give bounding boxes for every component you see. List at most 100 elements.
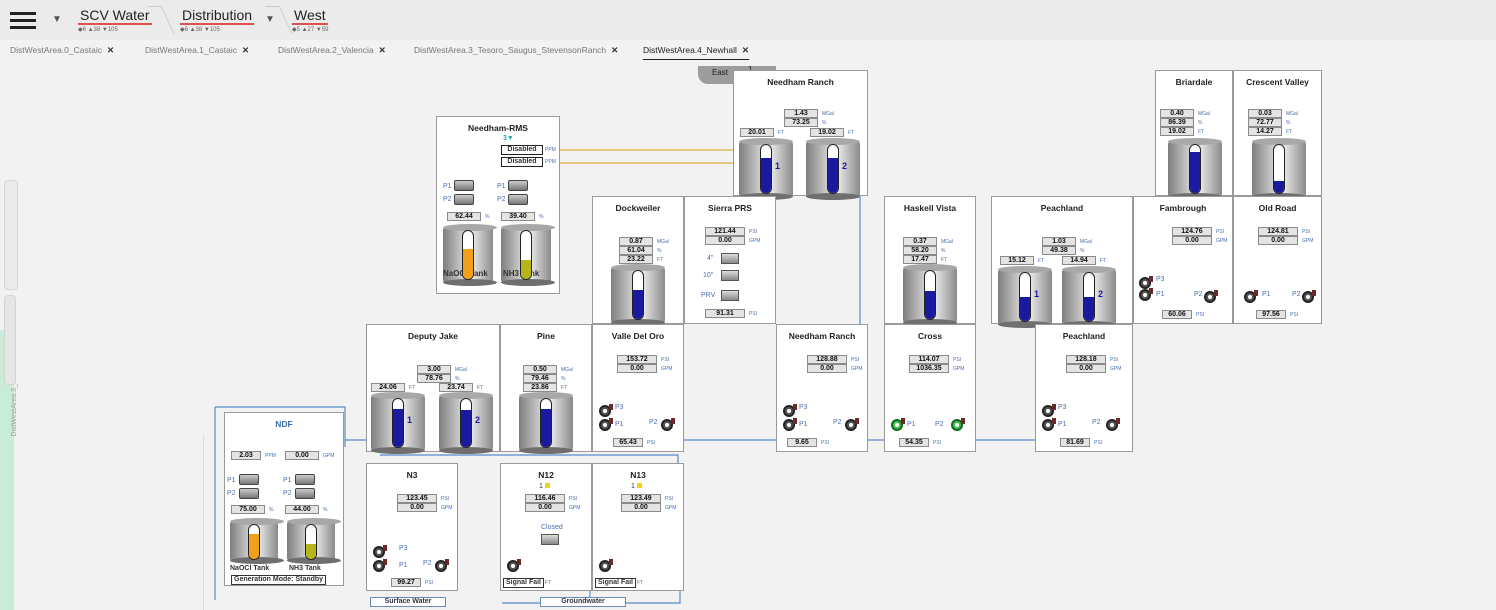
dropdown-arrow-icon[interactable]: ▼ [52, 14, 62, 25]
pump-icon[interactable] [661, 418, 675, 431]
station-briardale[interactable]: Briardale 0.40 MGal 86.39% 19.02 FT [1155, 70, 1233, 200]
valve-icon[interactable] [721, 290, 739, 301]
station-cross[interactable]: Cross 114.07 PSI 1036.35 GPM P1 P2 54.35 PS… [884, 324, 976, 452]
unit-label: % [822, 120, 827, 126]
pump-icon[interactable] [599, 559, 613, 572]
reservoir-tank[interactable] [903, 264, 957, 326]
unit-label: PSI [1290, 312, 1299, 318]
station-n13[interactable]: N13 1 123.49 PSI 0.00 GPM Signal Fail FT [592, 463, 684, 591]
naocl-fill [463, 249, 473, 279]
pump-label: P2 [649, 419, 658, 426]
tab-valencia[interactable]: DistWestArea.2_Valencia ✕ [278, 45, 386, 56]
station-needham-rms[interactable]: Needham-RMS 3▼ Disabled PPM Disabled PPM P… [436, 116, 560, 294]
chemical-pump-icon[interactable] [508, 180, 528, 191]
unit-label: GPM [323, 453, 335, 459]
station-n12[interactable]: N12 1 116.46 PSI 0.00 GPM Closed Signal Fa… [500, 463, 592, 591]
pump-label: P1 [227, 477, 236, 484]
pump-icon[interactable] [845, 418, 859, 431]
valve-icon[interactable] [721, 270, 739, 281]
reservoir-tank[interactable] [1168, 138, 1222, 200]
station-title: Sierra PRS [708, 203, 752, 213]
pump-icon[interactable] [1106, 418, 1120, 431]
reservoir-tank[interactable]: 2 [439, 392, 493, 454]
pump-icon[interactable] [1139, 288, 1153, 301]
pump-icon[interactable] [783, 418, 797, 431]
station-n3[interactable]: N3 123.45 PSI 0.00 GPM P3 P1 P2 99.27 PSI [366, 463, 458, 591]
station-needham-ranch-reservoir[interactable]: Needham Ranch 1.43 MGal 73.25% 20.01 FT 19… [733, 70, 868, 200]
pump-icon[interactable] [1244, 290, 1258, 303]
station-haskell-vista[interactable]: Haskell Vista 0.37 MGal 58.20% 17.47 FT [884, 196, 976, 326]
pump-icon[interactable] [599, 404, 613, 417]
naocl-tank[interactable] [230, 518, 284, 564]
side-drawer-handle[interactable]: DistWestArea.3_Te... [4, 180, 18, 437]
tab-castaic-0[interactable]: DistWestArea.0_Castaic ✕ [10, 45, 114, 56]
station-deputy-jake[interactable]: Deputy Jake 3.00 MGal 78.76% 24.06 FT 23.7… [366, 324, 500, 454]
breadcrumb-scv-water[interactable]: SCV Water ◆6 ▲38 ▼105 [78, 7, 152, 35]
pump-icon-running[interactable] [951, 418, 965, 431]
menu-icon[interactable] [10, 12, 36, 30]
reservoir-tank[interactable] [611, 264, 665, 326]
pump-icon[interactable] [599, 418, 613, 431]
station-sierra-prs[interactable]: Sierra PRS 121.44 PSI 0.00 GPM 4" 10" PRV … [684, 196, 776, 324]
pump-icon[interactable] [783, 404, 797, 417]
tab-castaic-1[interactable]: DistWestArea.1_Castaic ✕ [145, 45, 249, 56]
valve-icon[interactable] [721, 253, 739, 264]
chemical-pump-icon[interactable] [454, 194, 474, 205]
alarm-badge: 3▼ [503, 135, 514, 142]
close-icon[interactable]: ✕ [379, 45, 386, 55]
chemical-pump-icon[interactable] [239, 474, 259, 485]
pump-icon[interactable] [1204, 290, 1218, 303]
valve-icon[interactable] [541, 534, 559, 545]
station-crescent-valley[interactable]: Crescent Valley 0.03 MGal 72.77% 14.27 FT [1233, 70, 1322, 200]
chemical-pump-icon[interactable] [454, 180, 474, 191]
station-title: Deputy Jake [407, 331, 459, 341]
disabled-status: Disabled [501, 157, 543, 167]
pump-icon-running[interactable] [891, 418, 905, 431]
pump-icon[interactable] [1302, 290, 1316, 303]
close-icon[interactable]: ✕ [242, 45, 249, 55]
station-fambrough[interactable]: Fambrough 124.76 PSI 0.00 GPM P3 P1 P2 60.… [1133, 196, 1233, 324]
station-peachland-reservoir[interactable]: Peachland 1.03 MGal 49.38% 15.12 FT 14.94 F… [991, 196, 1133, 328]
chemical-pump-icon[interactable] [295, 488, 315, 499]
naocl-percent: 75.00 [231, 505, 265, 514]
station-dockweiler[interactable]: Dockweiler 0.87 MGal 61.04% 23.22 FT [592, 196, 684, 326]
close-icon[interactable]: ✕ [107, 45, 114, 55]
close-icon[interactable]: ✕ [742, 45, 749, 55]
side-drawer-handle-2[interactable] [4, 295, 16, 385]
breadcrumb-distribution[interactable]: Distribution ◆6 ▲38 ▼105 [180, 7, 255, 35]
station-ndf[interactable]: NDF 2.03 PPM 0.00 GPM P1 P2 P1 P2 75.00% 4… [224, 412, 344, 586]
station-title: Briardale [1175, 77, 1213, 87]
tab-newhall[interactable]: DistWestArea.4_Newhall ✕ [643, 45, 749, 60]
reservoir-tank[interactable]: 1 [739, 138, 793, 200]
station-old-road[interactable]: Old Road 124.81 PSI 0.00 GPM P1 P2 97.56 PS… [1233, 196, 1322, 324]
reservoir-tank[interactable]: 1 [998, 266, 1052, 328]
chemical-pump-icon[interactable] [508, 194, 528, 205]
tank-label: NH3 Tank [289, 565, 321, 572]
pump-icon[interactable] [507, 559, 521, 572]
reservoir-tank[interactable] [519, 392, 573, 454]
reservoir-tank[interactable] [1252, 138, 1306, 200]
chemical-pump-icon[interactable] [239, 488, 259, 499]
pump-icon[interactable] [1042, 418, 1056, 431]
chemical-pump-icon[interactable] [295, 474, 315, 485]
unit-label: MGal [822, 111, 834, 117]
nh3-tank[interactable] [287, 518, 341, 564]
tab-tesoro[interactable]: DistWestArea.3_Tesoro_Saugus_StevensonRa… [414, 45, 618, 56]
station-needham-ranch-booster[interactable]: Needham Ranch 128.88 PSI 0.00 GPM P3 P1 P2… [776, 324, 868, 452]
volume-mgal: 3.00 [417, 365, 451, 374]
pressure-psi: 123.45 [397, 494, 437, 503]
pump-icon[interactable] [373, 559, 387, 572]
breadcrumb-west[interactable]: West ◆5 ▲27 ▼59 [292, 7, 329, 35]
pump-icon[interactable] [1042, 404, 1056, 417]
reservoir-tank[interactable]: 2 [806, 138, 860, 200]
unit-label: PSI [749, 311, 758, 317]
close-icon[interactable]: ✕ [611, 45, 618, 55]
pump-icon[interactable] [435, 559, 449, 572]
reservoir-tank[interactable]: 2 [1062, 266, 1116, 328]
water-fill [461, 409, 471, 447]
station-valle-del-oro[interactable]: Valle Del Oro 153.72 PSI 0.00 GPM P3 P1 P2… [592, 324, 684, 452]
station-peachland-booster[interactable]: Peachland 128.18 PSI 0.00 GPM P3 P1 P2 81.… [1035, 324, 1133, 452]
station-pine[interactable]: Pine 0.50 MGal 79.46% 23.86 FT [500, 324, 592, 454]
reservoir-tank[interactable]: 1 [371, 392, 425, 454]
pump-icon[interactable] [373, 545, 387, 558]
